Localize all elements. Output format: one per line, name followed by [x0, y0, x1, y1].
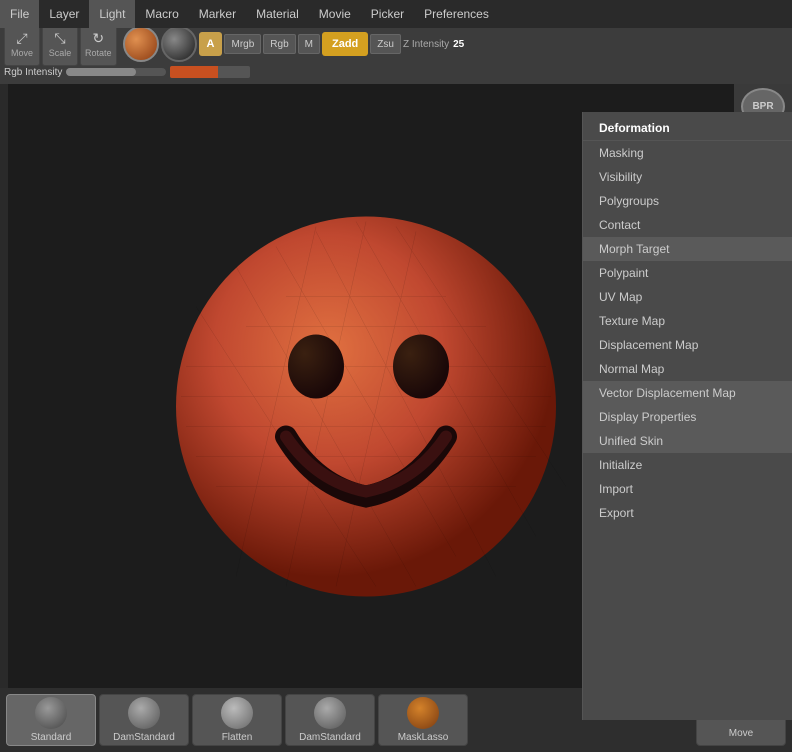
rgb-intensity-label: Rgb Intensity — [4, 67, 62, 78]
rotate-label: Rotate — [85, 48, 112, 58]
menu-macro[interactable]: Macro — [135, 0, 188, 28]
menu-light[interactable]: Light — [89, 0, 135, 28]
dropdown-morph-target[interactable]: Morph Target — [583, 237, 792, 261]
scale-icon: ⤡ — [54, 30, 65, 47]
rotate-icon: ↻ — [92, 30, 104, 47]
move-icon: ⤢ — [16, 30, 27, 47]
3d-render-svg — [156, 147, 586, 627]
brush-masklasso[interactable]: MaskLasso — [378, 694, 468, 746]
scale-label: Scale — [49, 48, 72, 58]
dropdown-texture-map[interactable]: Texture Map — [583, 309, 792, 333]
brush-flatten-icon — [221, 697, 253, 729]
menu-layer[interactable]: Layer — [39, 0, 89, 28]
brush-masklasso-icon — [407, 697, 439, 729]
dropdown-contact[interactable]: Contact — [583, 213, 792, 237]
material-sphere-orange[interactable] — [123, 26, 159, 62]
menu-file[interactable]: File — [0, 0, 39, 28]
color-a-button[interactable]: A — [199, 32, 223, 56]
brush-flatten[interactable]: Flatten — [192, 694, 282, 746]
brush-flatten-label: Flatten — [222, 732, 253, 743]
dropdown-initialize[interactable]: Initialize — [583, 453, 792, 477]
sphere-body — [176, 217, 556, 597]
dropdown-visibility[interactable]: Visibility — [583, 165, 792, 189]
menu-picker[interactable]: Picker — [361, 0, 414, 28]
zsu-button[interactable]: Zsu — [370, 34, 401, 54]
intensity-bar — [170, 66, 250, 78]
dropdown-uv-map[interactable]: UV Map — [583, 285, 792, 309]
mrgb-button[interactable]: Mrgb — [224, 34, 261, 54]
m-button[interactable]: M — [298, 34, 320, 54]
toolbar-wrapper: ⤢ Move ⤡ Scale ↻ Rotate A Mrgb Rgb M Zad… — [0, 28, 792, 84]
rgb-intensity-fill — [66, 68, 136, 76]
material-sphere-dark[interactable] — [161, 26, 197, 62]
dropdown-export[interactable]: Export — [583, 501, 792, 525]
dropdown-deformation[interactable]: Deformation — [583, 116, 792, 141]
dropdown-polypaint[interactable]: Polypaint — [583, 261, 792, 285]
rgb-intensity-row: Rgb Intensity — [4, 66, 250, 78]
brush-damstandard1-icon — [128, 697, 160, 729]
brush-damstandard2-icon — [314, 697, 346, 729]
menu-marker[interactable]: Marker — [189, 0, 246, 28]
main-layout: ⊙ BPR SPix 3 ⇕ Scroll 🔍 Zoom ⊡ Actual ◫ … — [0, 84, 792, 692]
dropdown-vector-displacement[interactable]: Vector Displacement Map — [583, 381, 792, 405]
right-eye — [393, 335, 449, 399]
rgb-button[interactable]: Rgb — [263, 34, 295, 54]
dropdown-unified-skin[interactable]: Unified Skin — [583, 429, 792, 453]
menu-preferences[interactable]: Preferences — [414, 0, 499, 28]
dropdown-display-properties[interactable]: Display Properties — [583, 405, 792, 429]
brush-standard-icon — [35, 697, 67, 729]
z-intensity-value: 25 — [453, 39, 464, 50]
z-intensity-group: Z Intensity 25 — [403, 39, 464, 50]
dropdown-displacement-map[interactable]: Displacement Map — [583, 333, 792, 357]
brush-standard[interactable]: Standard — [6, 694, 96, 746]
render-viewport — [156, 147, 586, 630]
rgb-intensity-slider[interactable] — [66, 68, 166, 76]
brush-damstandard1-label: DamStandard — [113, 732, 175, 743]
dropdown-masking[interactable]: Masking — [583, 141, 792, 165]
bpr-label: BPR — [752, 101, 773, 112]
dropdown-polygroups[interactable]: Polygroups — [583, 189, 792, 213]
z-intensity-label: Z Intensity — [403, 39, 449, 50]
brush-move-label: Move — [729, 728, 753, 739]
menu-bar: File Layer Light Macro Marker Material M… — [0, 0, 792, 28]
brush-damstandard2[interactable]: DamStandard — [285, 694, 375, 746]
left-eye — [288, 335, 344, 399]
move-label: Move — [11, 48, 33, 58]
dropdown-normal-map[interactable]: Normal Map — [583, 357, 792, 381]
left-panel — [0, 84, 8, 692]
toolbar-row1: ⤢ Move ⤡ Scale ↻ Rotate A Mrgb Rgb M Zad… — [0, 28, 792, 60]
brush-standard-label: Standard — [31, 732, 72, 743]
brush-damstandard2-label: DamStandard — [299, 732, 361, 743]
menu-movie[interactable]: Movie — [309, 0, 361, 28]
dropdown-import[interactable]: Import — [583, 477, 792, 501]
brush-damstandard1[interactable]: DamStandard — [99, 694, 189, 746]
zadd-button[interactable]: Zadd — [322, 32, 368, 56]
menu-material[interactable]: Material — [246, 0, 309, 28]
brush-masklasso-label: MaskLasso — [398, 732, 449, 743]
dropdown-menu: Deformation Masking Visibility Polygroup… — [582, 112, 792, 720]
toolbar-row2: Rgb Intensity — [0, 60, 792, 84]
